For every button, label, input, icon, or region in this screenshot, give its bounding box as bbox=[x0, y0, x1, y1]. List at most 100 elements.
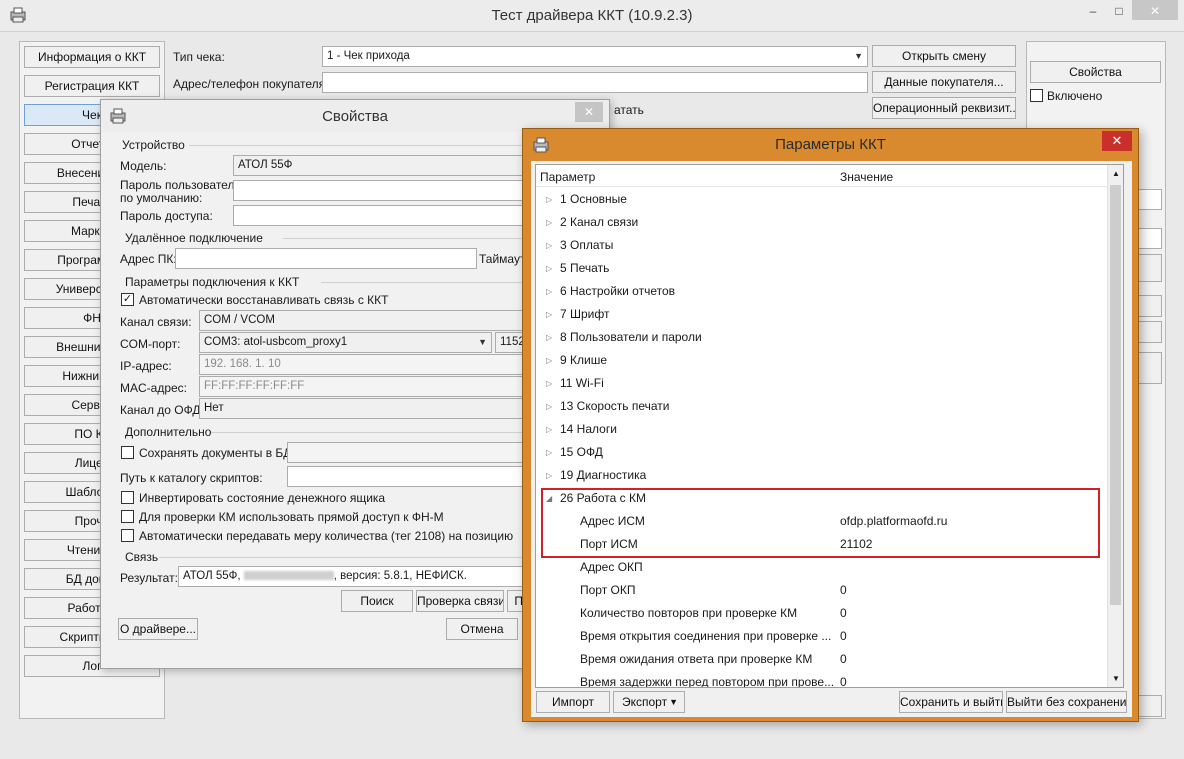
tree-row[interactable]: Адрес ОКП bbox=[536, 556, 1108, 579]
right-btn-3[interactable] bbox=[1136, 321, 1162, 343]
param-name: 11 Wi-Fi bbox=[560, 376, 604, 390]
expand-icon[interactable]: ▷ bbox=[546, 303, 552, 326]
auto-measure-label: Автоматически передавать меру количества… bbox=[139, 529, 514, 543]
auto-restore-checkbox[interactable]: ✓ bbox=[121, 293, 134, 306]
tree-row[interactable]: ◢ 26 Работа с КМ bbox=[536, 487, 1108, 510]
open-shift-button[interactable]: Открыть смену bbox=[872, 45, 1016, 67]
exit-without-saving-button[interactable]: Выйти без сохранения bbox=[1006, 691, 1127, 713]
tree-scrollbar[interactable]: ▲ ▼ bbox=[1107, 165, 1123, 687]
tree-row[interactable]: ▷ 2 Канал связи bbox=[536, 211, 1108, 234]
scrollbar-thumb[interactable] bbox=[1110, 185, 1121, 605]
tree-row[interactable]: ▷ 6 Настройки отчетов bbox=[536, 280, 1108, 303]
expand-icon[interactable]: ▷ bbox=[546, 326, 552, 349]
tree-row[interactable]: Порт ОКП 0 bbox=[536, 579, 1108, 602]
buyer-address-label: Адрес/телефон покупателя: bbox=[173, 77, 329, 91]
invert-drawer-checkbox[interactable] bbox=[121, 491, 134, 504]
tree-row[interactable]: ▷ 3 Оплаты bbox=[536, 234, 1108, 257]
tree-row[interactable]: ▷ 9 Клише bbox=[536, 349, 1108, 372]
expand-icon[interactable]: ▷ bbox=[546, 441, 552, 464]
tree-row[interactable]: ▷ 13 Скорость печати bbox=[536, 395, 1108, 418]
param-name: Количество повторов при проверке КМ bbox=[580, 606, 798, 620]
collapse-icon[interactable]: ◢ bbox=[546, 487, 552, 510]
right-field-1[interactable] bbox=[1136, 189, 1162, 210]
device-group-label: Устройство bbox=[122, 138, 185, 152]
check-link-button[interactable]: Проверка связи bbox=[416, 590, 504, 612]
tree-row[interactable]: ▷ 14 Налоги bbox=[536, 418, 1108, 441]
scroll-up-icon[interactable]: ▲ bbox=[1112, 169, 1120, 178]
main-titlebar: Тест драйвера ККТ (10.9.2.3) – □ ✕ bbox=[0, 0, 1184, 32]
expand-icon[interactable]: ▷ bbox=[546, 349, 552, 372]
param-value[interactable]: ofdp.platformaofd.ru bbox=[840, 510, 947, 533]
right-field-2[interactable] bbox=[1136, 228, 1162, 249]
tree-row[interactable]: ▷ 8 Пользователи и пароли bbox=[536, 326, 1108, 349]
kkt-close-button[interactable]: ✕ bbox=[1102, 131, 1132, 151]
expand-icon[interactable]: ▷ bbox=[546, 464, 552, 487]
tree-header: Параметр Значение bbox=[536, 165, 1108, 187]
buyer-address-input[interactable] bbox=[322, 72, 868, 93]
about-driver-button[interactable]: О драйвере... bbox=[118, 618, 198, 640]
expand-icon[interactable]: ▷ bbox=[546, 418, 552, 441]
access-password-label: Пароль доступа: bbox=[120, 209, 213, 223]
nav-button[interactable]: Регистрация ККТ bbox=[24, 75, 160, 97]
operational-requisite-button[interactable]: Операционный реквизит... bbox=[872, 97, 1016, 119]
param-value[interactable]: 0 bbox=[840, 602, 847, 625]
auto-measure-checkbox[interactable] bbox=[121, 529, 134, 542]
param-name: Адрес ОКП bbox=[580, 560, 643, 574]
tree-row[interactable]: ▷ 15 ОФД bbox=[536, 441, 1108, 464]
tree-row[interactable]: ▷ 5 Печать bbox=[536, 257, 1108, 280]
tree-row[interactable]: ▷ 19 Диагностика bbox=[536, 464, 1108, 487]
right-btn-2[interactable] bbox=[1136, 295, 1162, 317]
tree-row[interactable]: Время открытия соединения при проверке .… bbox=[536, 625, 1108, 648]
tree-row[interactable]: Количество повторов при проверке КМ 0 bbox=[536, 602, 1108, 625]
properties-button[interactable]: Свойства bbox=[1030, 61, 1161, 83]
close-button[interactable]: ✕ bbox=[1132, 0, 1178, 20]
params-tree[interactable]: Параметр Значение ▷ 1 Основные ▷ 2 Канал св… bbox=[535, 164, 1124, 688]
cancel-button[interactable]: Отмена bbox=[446, 618, 518, 640]
column-param[interactable]: Параметр bbox=[540, 170, 595, 184]
save-docs-checkbox[interactable] bbox=[121, 446, 134, 459]
right-btn-4[interactable] bbox=[1136, 352, 1162, 384]
param-value[interactable]: 0 bbox=[840, 579, 847, 602]
result-label: Результат: bbox=[120, 571, 178, 585]
right-btn-5[interactable] bbox=[1136, 695, 1162, 717]
param-value[interactable]: 21102 bbox=[840, 533, 872, 556]
scroll-down-icon[interactable]: ▼ bbox=[1112, 674, 1120, 683]
expand-icon[interactable]: ▷ bbox=[546, 188, 552, 211]
expand-icon[interactable]: ▷ bbox=[546, 234, 552, 257]
tree-row[interactable]: ▷ 7 Шрифт bbox=[536, 303, 1108, 326]
tree-row[interactable]: ▷ 1 Основные bbox=[536, 188, 1108, 211]
column-value[interactable]: Значение bbox=[840, 170, 893, 184]
tree-row[interactable]: Порт ИСМ 21102 bbox=[536, 533, 1108, 556]
search-button[interactable]: Поиск bbox=[341, 590, 413, 612]
expand-icon[interactable]: ▷ bbox=[546, 280, 552, 303]
right-btn-1[interactable] bbox=[1136, 254, 1162, 282]
expand-icon[interactable]: ▷ bbox=[546, 257, 552, 280]
direct-access-checkbox[interactable] bbox=[121, 510, 134, 523]
com-port-select[interactable]: COM3: atol-usbcom_proxy1 ▼ bbox=[199, 332, 492, 353]
enabled-checkbox[interactable] bbox=[1030, 89, 1043, 102]
extra-group-label: Дополнительно bbox=[125, 425, 212, 439]
properties-close-button[interactable]: ✕ bbox=[575, 102, 603, 122]
save-exit-button[interactable]: Сохранить и выйти bbox=[899, 691, 1003, 713]
tree-row[interactable]: Адрес ИСМ ofdp.platformaofd.ru bbox=[536, 510, 1108, 533]
param-value[interactable]: 0 bbox=[840, 671, 847, 687]
maximize-button[interactable]: □ bbox=[1102, 0, 1136, 22]
user-password-label-1: Пароль пользователя bbox=[120, 178, 241, 192]
buyer-data-button[interactable]: Данные покупателя... bbox=[872, 71, 1016, 93]
expand-icon[interactable]: ▷ bbox=[546, 372, 552, 395]
mac-label: MAC-адрес: bbox=[120, 381, 188, 395]
expand-icon[interactable]: ▷ bbox=[546, 395, 552, 418]
nav-button[interactable]: Информация о ККТ bbox=[24, 46, 160, 68]
param-value[interactable]: 0 bbox=[840, 625, 847, 648]
tree-row[interactable]: Время задержки перед повтором при прове.… bbox=[536, 671, 1108, 688]
import-button[interactable]: Импорт bbox=[536, 691, 610, 713]
export-button[interactable]: Экспорт ▼ bbox=[613, 691, 685, 713]
param-name: Время открытия соединения при проверке .… bbox=[580, 629, 832, 643]
param-value[interactable]: 0 bbox=[840, 648, 847, 671]
param-name: Время задержки перед повтором при прове.… bbox=[580, 675, 835, 688]
tree-row[interactable]: Время ожидания ответа при проверке КМ 0 bbox=[536, 648, 1108, 671]
receipt-type-select[interactable]: 1 - Чек прихода ▼ bbox=[322, 46, 868, 67]
expand-icon[interactable]: ▷ bbox=[546, 211, 552, 234]
pc-address-input[interactable] bbox=[175, 248, 477, 269]
tree-row[interactable]: ▷ 11 Wi-Fi bbox=[536, 372, 1108, 395]
